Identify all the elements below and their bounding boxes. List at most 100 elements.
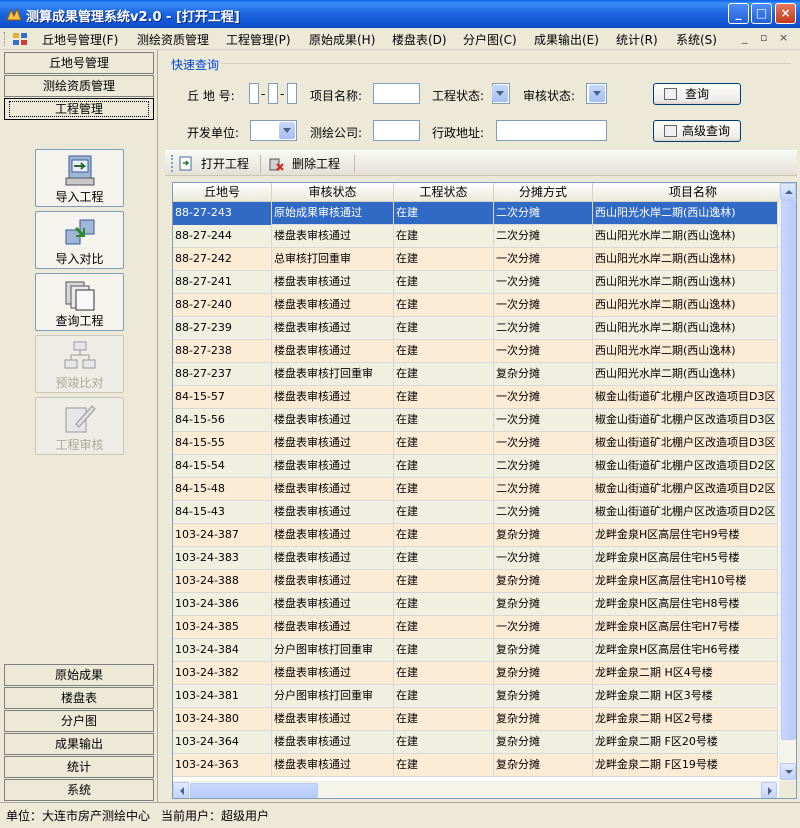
- cell-parcel[interactable]: 88-27-243: [173, 202, 272, 225]
- table-row[interactable]: 103-24-363 楼盘表审核通过 在建 复杂分摊 龙畔金泉二期 F区19号楼: [173, 754, 778, 777]
- cell-project-status[interactable]: 在建: [394, 593, 494, 616]
- nav-group-statistics[interactable]: 统计: [4, 756, 154, 778]
- cell-allocation[interactable]: 复杂分摊: [494, 685, 593, 708]
- cell-project-status[interactable]: 在建: [394, 386, 494, 409]
- menu-system[interactable]: 系统(S): [676, 31, 717, 48]
- cell-project-status[interactable]: 在建: [394, 409, 494, 432]
- cell-allocation[interactable]: 复杂分摊: [494, 593, 593, 616]
- cell-project-name[interactable]: 龙畔金泉H区高层住宅H5号楼: [593, 547, 778, 570]
- cell-allocation[interactable]: 一次分摊: [494, 547, 593, 570]
- table-row[interactable]: 103-24-385 楼盘表审核通过 在建 一次分摊 龙畔金泉H区高层住宅H7号楼: [173, 616, 778, 639]
- menu-statistics[interactable]: 统计(R): [616, 31, 658, 48]
- cell-project-status[interactable]: 在建: [394, 524, 494, 547]
- cell-review-status[interactable]: 楼盘表审核通过: [272, 455, 394, 478]
- cell-review-status[interactable]: 楼盘表审核通过: [272, 754, 394, 777]
- cell-allocation[interactable]: 二次分摊: [494, 455, 593, 478]
- cell-parcel[interactable]: 88-27-244: [173, 225, 272, 248]
- table-row[interactable]: 88-27-237 楼盘表审核打回重审 在建 复杂分摊 西山阳光水岸二期(西山逸林): [173, 363, 778, 386]
- parcel-part2-input[interactable]: [268, 83, 278, 104]
- cell-allocation[interactable]: 一次分摊: [494, 616, 593, 639]
- cell-project-name[interactable]: 椒金山街道矿北棚户区改造项目D2区: [593, 501, 778, 524]
- scroll-down-button[interactable]: [780, 763, 796, 780]
- cell-allocation[interactable]: 复杂分摊: [494, 524, 593, 547]
- nav-group-system[interactable]: 系统: [4, 779, 154, 801]
- cell-project-status[interactable]: 在建: [394, 225, 494, 248]
- table-row[interactable]: 88-27-239 楼盘表审核通过 在建 二次分摊 西山阳光水岸二期(西山逸林): [173, 317, 778, 340]
- cell-parcel[interactable]: 103-24-387: [173, 524, 272, 547]
- horizontal-scroll-thumb[interactable]: [190, 783, 318, 798]
- cell-review-status[interactable]: 楼盘表审核通过: [272, 662, 394, 685]
- table-row[interactable]: 103-24-384 分户图审核打回重审 在建 复杂分摊 龙畔金泉H区高层住宅H6号楼: [173, 639, 778, 662]
- cell-project-status[interactable]: 在建: [394, 547, 494, 570]
- cell-allocation[interactable]: 一次分摊: [494, 294, 593, 317]
- project-grid[interactable]: 丘地号 审核状态 工程状态 分摊方式 项目名称 88-27-243 原始成果审核通…: [172, 182, 797, 799]
- project-status-select[interactable]: [492, 83, 510, 104]
- menu-raw-results[interactable]: 原始成果(H): [309, 31, 375, 48]
- scroll-up-button[interactable]: [780, 183, 796, 200]
- cell-parcel[interactable]: 103-24-385: [173, 616, 272, 639]
- delete-project-button[interactable]: 删除工程: [292, 155, 340, 172]
- cell-allocation[interactable]: 复杂分摊: [494, 731, 593, 754]
- table-row[interactable]: 84-15-56 楼盘表审核通过 在建 一次分摊 椒金山街道矿北棚户区改造项目D3区: [173, 409, 778, 432]
- column-header-parcel[interactable]: 丘地号: [173, 183, 272, 202]
- cell-allocation[interactable]: 复杂分摊: [494, 662, 593, 685]
- column-header-project-name[interactable]: 项目名称: [593, 183, 793, 202]
- cell-project-status[interactable]: 在建: [394, 294, 494, 317]
- cell-parcel[interactable]: 84-15-55: [173, 432, 272, 455]
- table-row[interactable]: 88-27-240 楼盘表审核通过 在建 一次分摊 西山阳光水岸二期(西山逸林): [173, 294, 778, 317]
- column-header-project-status[interactable]: 工程状态: [394, 183, 494, 202]
- cell-review-status[interactable]: 楼盘表审核通过: [272, 708, 394, 731]
- column-header-review-status[interactable]: 审核状态: [272, 183, 394, 202]
- vertical-scrollbar[interactable]: [779, 183, 796, 781]
- cell-allocation[interactable]: 复杂分摊: [494, 363, 593, 386]
- cell-allocation[interactable]: 复杂分摊: [494, 708, 593, 731]
- query-button[interactable]: 查询: [653, 83, 741, 105]
- cell-project-name[interactable]: 西山阳光水岸二期(西山逸林): [593, 363, 778, 386]
- table-row[interactable]: 103-24-386 楼盘表审核通过 在建 复杂分摊 龙畔金泉H区高层住宅H8号楼: [173, 593, 778, 616]
- cell-project-name[interactable]: 西山阳光水岸二期(西山逸林): [593, 248, 778, 271]
- cell-allocation[interactable]: 一次分摊: [494, 271, 593, 294]
- cell-allocation[interactable]: 二次分摊: [494, 225, 593, 248]
- table-row[interactable]: 88-27-244 楼盘表审核通过 在建 二次分摊 西山阳光水岸二期(西山逸林): [173, 225, 778, 248]
- cell-project-status[interactable]: 在建: [394, 317, 494, 340]
- table-row[interactable]: 88-27-238 楼盘表审核通过 在建 一次分摊 西山阳光水岸二期(西山逸林): [173, 340, 778, 363]
- cell-review-status[interactable]: 楼盘表审核通过: [272, 340, 394, 363]
- table-row[interactable]: 84-15-54 楼盘表审核通过 在建 二次分摊 椒金山街道矿北棚户区改造项目D2区: [173, 455, 778, 478]
- nav-group-building-table[interactable]: 楼盘表: [4, 687, 154, 709]
- cell-project-status[interactable]: 在建: [394, 340, 494, 363]
- cell-review-status[interactable]: 楼盘表审核通过: [272, 409, 394, 432]
- cell-project-name[interactable]: 龙畔金泉H区高层住宅H7号楼: [593, 616, 778, 639]
- table-row[interactable]: 84-15-57 楼盘表审核通过 在建 一次分摊 椒金山街道矿北棚户区改造项目D3区: [173, 386, 778, 409]
- cell-parcel[interactable]: 103-24-388: [173, 570, 272, 593]
- cell-allocation[interactable]: 复杂分摊: [494, 754, 593, 777]
- cell-review-status[interactable]: 楼盘表审核通过: [272, 524, 394, 547]
- cell-parcel[interactable]: 84-15-48: [173, 478, 272, 501]
- cell-project-status[interactable]: 在建: [394, 708, 494, 731]
- nav-group-unit-plan[interactable]: 分户图: [4, 710, 154, 732]
- cell-project-name[interactable]: 西山阳光水岸二期(西山逸林): [593, 271, 778, 294]
- minimize-button[interactable]: _: [728, 3, 749, 24]
- horizontal-scrollbar[interactable]: [173, 781, 778, 798]
- table-row[interactable]: 103-24-388 楼盘表审核通过 在建 复杂分摊 龙畔金泉H区高层住宅H10号楼: [173, 570, 778, 593]
- nav-group-parcel[interactable]: 丘地号管理: [4, 52, 154, 74]
- cell-parcel[interactable]: 103-24-364: [173, 731, 272, 754]
- address-input[interactable]: [496, 120, 607, 141]
- table-row[interactable]: 88-27-242 总审核打回重审 在建 一次分摊 西山阳光水岸二期(西山逸林): [173, 248, 778, 271]
- parcel-part1-input[interactable]: [249, 83, 259, 104]
- table-row[interactable]: 103-24-381 分户图审核打回重审 在建 复杂分摊 龙畔金泉二期 H区3号楼: [173, 685, 778, 708]
- cell-review-status[interactable]: 楼盘表审核通过: [272, 547, 394, 570]
- cell-project-status[interactable]: 在建: [394, 202, 494, 225]
- cell-review-status[interactable]: 楼盘表审核通过: [272, 478, 394, 501]
- cell-review-status[interactable]: 楼盘表审核通过: [272, 616, 394, 639]
- cell-allocation[interactable]: 二次分摊: [494, 478, 593, 501]
- cell-parcel[interactable]: 103-24-386: [173, 593, 272, 616]
- table-row[interactable]: 84-15-43 楼盘表审核通过 在建 二次分摊 椒金山街道矿北棚户区改造项目D2区: [173, 501, 778, 524]
- review-status-select[interactable]: [586, 83, 607, 104]
- cell-allocation[interactable]: 一次分摊: [494, 248, 593, 271]
- cell-review-status[interactable]: 分户图审核打回重审: [272, 685, 394, 708]
- cell-project-status[interactable]: 在建: [394, 478, 494, 501]
- cell-project-name[interactable]: 西山阳光水岸二期(西山逸林): [593, 202, 778, 225]
- cell-project-name[interactable]: 龙畔金泉二期 F区19号楼: [593, 754, 778, 777]
- cell-review-status[interactable]: 楼盘表审核通过: [272, 731, 394, 754]
- nav-group-output[interactable]: 成果输出: [4, 733, 154, 755]
